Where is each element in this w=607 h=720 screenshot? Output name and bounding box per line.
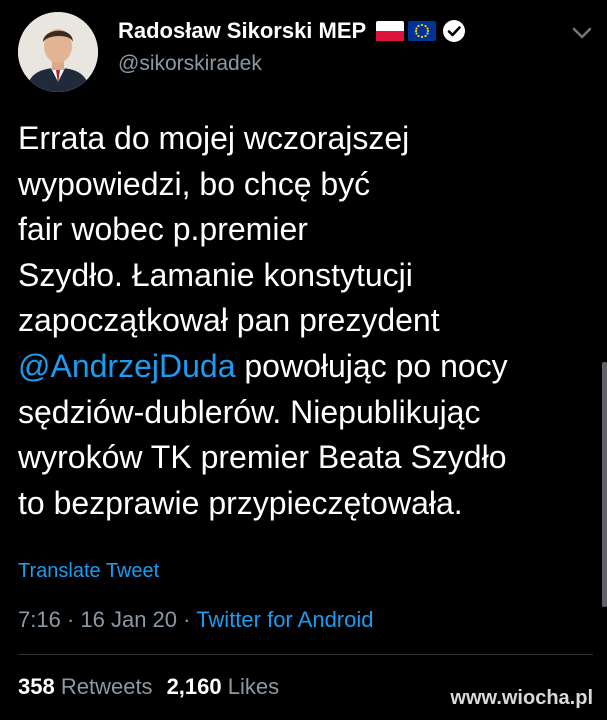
name-row: Radosław Sikorski MEP	[118, 14, 547, 48]
scrollbar[interactable]	[602, 362, 607, 607]
tweet-line: fair wobec p.premier	[18, 211, 308, 248]
translate-tweet-link[interactable]: Translate Tweet	[18, 558, 159, 584]
eu-flag-icon	[408, 21, 437, 41]
tweet-line: Szydło. Łamanie konstytucji	[18, 256, 413, 293]
retweets-label: Retweets	[60, 674, 153, 699]
tweet-source-link[interactable]: Twitter for Android	[196, 607, 373, 632]
meta-separator: ·	[60, 607, 81, 632]
tweet-time: 7:16	[18, 607, 61, 632]
handle[interactable]: @sikorskiradek	[118, 50, 547, 78]
display-name[interactable]: Radosław Sikorski MEP	[118, 18, 366, 44]
divider	[18, 654, 593, 655]
meta-separator: ·	[177, 607, 197, 632]
engagement-stats: 358 Retweets 2,160 Likes	[18, 672, 279, 702]
author-header: Radosław Sikorski MEP @sikorskiradek	[118, 14, 547, 78]
likes-label: Likes	[227, 674, 280, 699]
verified-badge-icon	[443, 20, 466, 42]
likes-stat[interactable]: 2,160 Likes	[167, 674, 280, 699]
profile-photo-icon	[18, 12, 98, 92]
likes-count: 2,160	[166, 674, 222, 699]
tweet-line: wyroków TK premier Beata Szydło	[18, 439, 507, 476]
tweet-line: zapoczątkował pan prezydent	[18, 302, 440, 339]
tweet-line: sędziów-dublerów. Niepublikując	[18, 393, 481, 430]
poland-flag-icon	[376, 21, 405, 41]
watermark: www.wiocha.pl	[450, 687, 593, 709]
chevron-down-icon[interactable]	[571, 26, 593, 40]
retweets-count: 358	[18, 674, 55, 699]
tweet-line: Errata do mojej wczorajszej	[18, 120, 410, 156]
tweet-text: Errata do mojej wczorajszej wypowiedzi, …	[18, 116, 593, 526]
retweets-stat[interactable]: 358 Retweets	[18, 674, 153, 699]
tweet-meta: 7:16 · 16 Jan 20 · Twitter for Android	[18, 605, 374, 635]
avatar[interactable]	[18, 12, 98, 92]
tweet-line: to bezprawie przypieczętowała.	[18, 484, 463, 521]
tweet-line-rest: powołując po nocy	[244, 347, 508, 384]
tweet-line-with-mention: @AndrzejDuda powołując po nocy	[18, 344, 593, 390]
mention-link[interactable]: @AndrzejDuda	[18, 348, 235, 384]
tweet-detail: Radosław Sikorski MEP @sikorskiradek Err…	[0, 0, 607, 720]
tweet-line: wypowiedzi, bo chcę być	[18, 165, 371, 202]
tweet-date: 16 Jan 20	[80, 607, 178, 632]
